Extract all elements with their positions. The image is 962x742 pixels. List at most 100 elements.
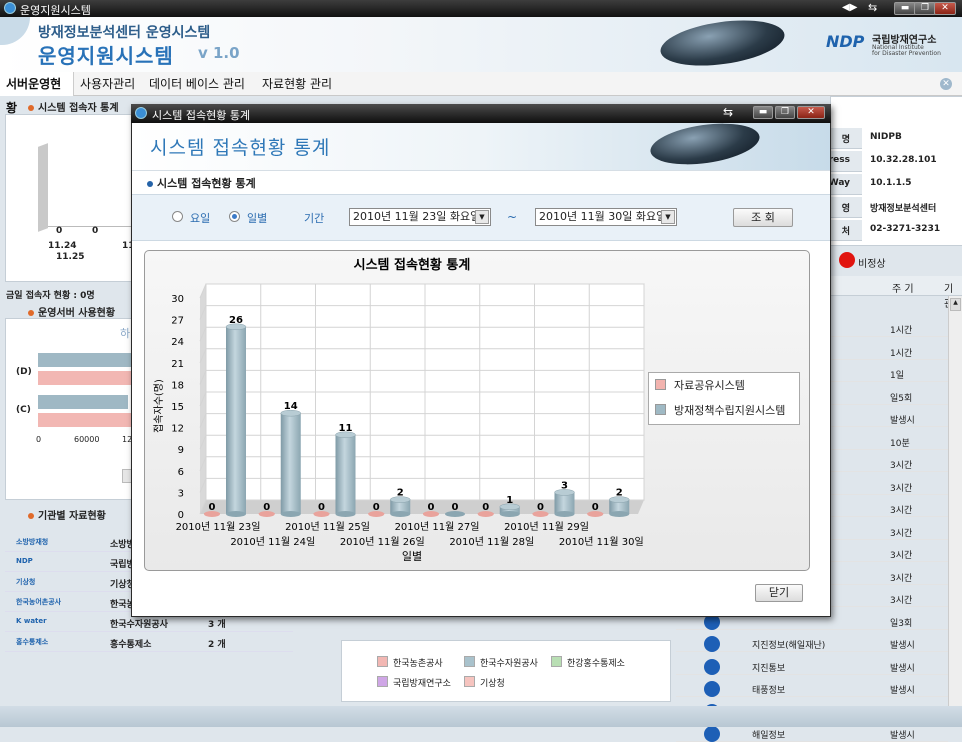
usage-title-fragment: 하 bbox=[120, 327, 131, 340]
status-row-divider bbox=[676, 673, 948, 675]
mini-chart-value: 0 bbox=[56, 226, 63, 236]
date-from-select[interactable]: 2010년 11월 23일 화요일 ▼ bbox=[349, 208, 491, 226]
info-value: 방재정보분석센터 bbox=[870, 204, 937, 214]
info-value: NIDPB bbox=[870, 132, 902, 142]
bar-series-2 bbox=[226, 326, 246, 514]
y-tick-label: 24 bbox=[171, 337, 184, 348]
org-logo: NDP bbox=[826, 32, 865, 51]
restore-icon[interactable]: ⇆ bbox=[868, 1, 877, 14]
status-row-cycle: 3시간 bbox=[890, 506, 913, 516]
access-stats-heading: 시스템 접속자 통계 bbox=[28, 99, 119, 114]
legend-label-2: 방재정책수립지원시스템 bbox=[674, 404, 786, 417]
info-key: 영 bbox=[841, 204, 850, 214]
bar-series-2 bbox=[280, 413, 301, 514]
info-key: 처 bbox=[841, 227, 850, 237]
status-row-divider bbox=[676, 628, 948, 630]
legend-swatch-1 bbox=[655, 379, 666, 390]
bottom-legend-swatch bbox=[377, 676, 388, 687]
mini-chart-wall bbox=[38, 143, 48, 232]
data-label-series-2: 2 bbox=[397, 488, 404, 499]
usage-axis-tick: 60000 bbox=[74, 435, 100, 444]
abnormal-status-dot bbox=[839, 252, 855, 268]
usage-bar-d-used bbox=[38, 353, 134, 367]
radio-weekday[interactable] bbox=[172, 211, 183, 222]
x-tick-label: 2010년 11월 24일 bbox=[230, 536, 315, 548]
status-indicator bbox=[704, 726, 720, 742]
status-row-divider bbox=[676, 696, 948, 697]
bar-series-2-base bbox=[280, 511, 301, 517]
dialog-maximize-button[interactable]: ❐ bbox=[775, 106, 795, 119]
status-indicator bbox=[704, 636, 720, 652]
bottom-legend-swatch bbox=[464, 676, 475, 687]
x-tick-label: 2010년 11월 28일 bbox=[449, 536, 534, 548]
status-row-name: 지진정보(해일재난) bbox=[752, 641, 826, 651]
data-label-series-1: 0 bbox=[537, 502, 544, 513]
drive-c-label: (C) bbox=[16, 405, 31, 415]
abnormal-label: 비정상 bbox=[858, 259, 886, 270]
radio-daily-label: 일별 bbox=[247, 212, 268, 225]
data-label-series-1: 0 bbox=[318, 502, 325, 513]
status-indicator bbox=[704, 658, 720, 675]
window-titlebar: 운영지원시스템 ◀▶ ⇆ ▬ ❐ ✕ bbox=[0, 0, 962, 17]
org-logo: NDP bbox=[16, 557, 33, 565]
x-tick-label: 2010년 11월 25일 bbox=[285, 521, 370, 533]
bottom-legend-label: 한국수자원공사 bbox=[480, 659, 538, 669]
bottom-legend-swatch bbox=[551, 656, 562, 667]
dialog-close-button[interactable]: ✕ bbox=[797, 106, 825, 119]
org-logo: K water bbox=[16, 617, 47, 625]
info-value: 10.1.1.5 bbox=[870, 178, 912, 188]
bar-series-2-base bbox=[335, 511, 356, 517]
period-separator: ~ bbox=[507, 210, 518, 224]
close-button[interactable]: ✕ bbox=[934, 2, 956, 15]
tab-user-management[interactable]: 사용자관리 bbox=[74, 72, 141, 96]
status-row-cycle: 1일 bbox=[890, 371, 905, 381]
dialog-restore-icon[interactable]: ⇆ bbox=[723, 105, 733, 119]
close-tab-icon[interactable]: ✕ bbox=[940, 78, 952, 90]
org-name: 한국수자원공사 bbox=[110, 620, 168, 630]
vertical-scrollbar[interactable]: ▲ bbox=[948, 296, 962, 706]
info-key: ress bbox=[828, 155, 850, 165]
close-dialog-button[interactable]: 닫기 bbox=[755, 584, 803, 602]
y-tick-label: 27 bbox=[171, 316, 184, 327]
radio-daily[interactable] bbox=[229, 211, 240, 222]
maximize-button[interactable]: ❐ bbox=[914, 2, 936, 15]
data-label-series-1: 0 bbox=[592, 502, 599, 513]
x-tick-label: 2010년 11월 27일 bbox=[395, 521, 480, 533]
org-name-en-2: for Disaster Prevention bbox=[872, 50, 941, 57]
search-button[interactable]: 조 회 bbox=[733, 208, 793, 227]
status-row-cycle: 3시간 bbox=[890, 551, 913, 561]
tab-data-status-management[interactable]: 자료현황 관리 bbox=[256, 72, 338, 96]
dropdown-arrow-icon[interactable]: ▼ bbox=[661, 210, 675, 224]
dialog-minimize-button[interactable]: ▬ bbox=[753, 106, 773, 119]
nav-arrows-icon[interactable]: ◀▶ bbox=[842, 2, 857, 13]
data-label-series-2: 11 bbox=[339, 423, 353, 434]
dialog-title: 시스템 접속현황 통계 bbox=[152, 109, 251, 122]
dropdown-arrow-icon[interactable]: ▼ bbox=[475, 210, 489, 224]
dialog-header-title: 시스템 접속현황 통계 bbox=[150, 137, 331, 159]
data-label-series-1: 0 bbox=[428, 502, 435, 513]
y-tick-label: 3 bbox=[178, 488, 184, 499]
data-label-series-1: 0 bbox=[373, 502, 380, 513]
x-tick-label: 2010년 11월 30일 bbox=[559, 536, 644, 548]
bar-series-2-base bbox=[499, 511, 520, 517]
bottom-legend-label: 한국농촌공사 bbox=[393, 659, 443, 669]
date-to-select[interactable]: 2010년 11월 30일 화요일 ▼ bbox=[535, 208, 677, 226]
dialog-section-heading: 시스템 접속현황 통계 bbox=[147, 175, 256, 191]
tab-server-status[interactable]: 서버운영현황 bbox=[0, 72, 74, 115]
status-row-name: 해일정보 bbox=[752, 731, 786, 741]
minimize-button[interactable]: ▬ bbox=[894, 2, 916, 15]
bottom-legend-swatch bbox=[377, 656, 388, 667]
info-key: 명 bbox=[841, 135, 850, 145]
status-indicator bbox=[704, 681, 720, 697]
tab-database-management[interactable]: 데이터 베이스 관리 bbox=[143, 72, 251, 96]
access-stats-panel: 0 0 11.24 11.25 11 bbox=[5, 114, 135, 282]
status-row-cycle: 발생시 bbox=[890, 641, 915, 651]
app-version: v 1.0 bbox=[198, 44, 240, 62]
y-axis-title: 접속자수(명) bbox=[153, 379, 165, 433]
status-row-cycle: 발생시 bbox=[890, 663, 915, 674]
status-row-cycle: 3시간 bbox=[890, 461, 913, 471]
scroll-up-icon[interactable]: ▲ bbox=[950, 298, 961, 311]
server-usage-panel: 하 (D) (C) 0 60000 12 bbox=[5, 318, 134, 500]
data-label-series-2: 0 bbox=[452, 502, 459, 513]
info-value: 02-3271-3231 bbox=[870, 224, 941, 234]
